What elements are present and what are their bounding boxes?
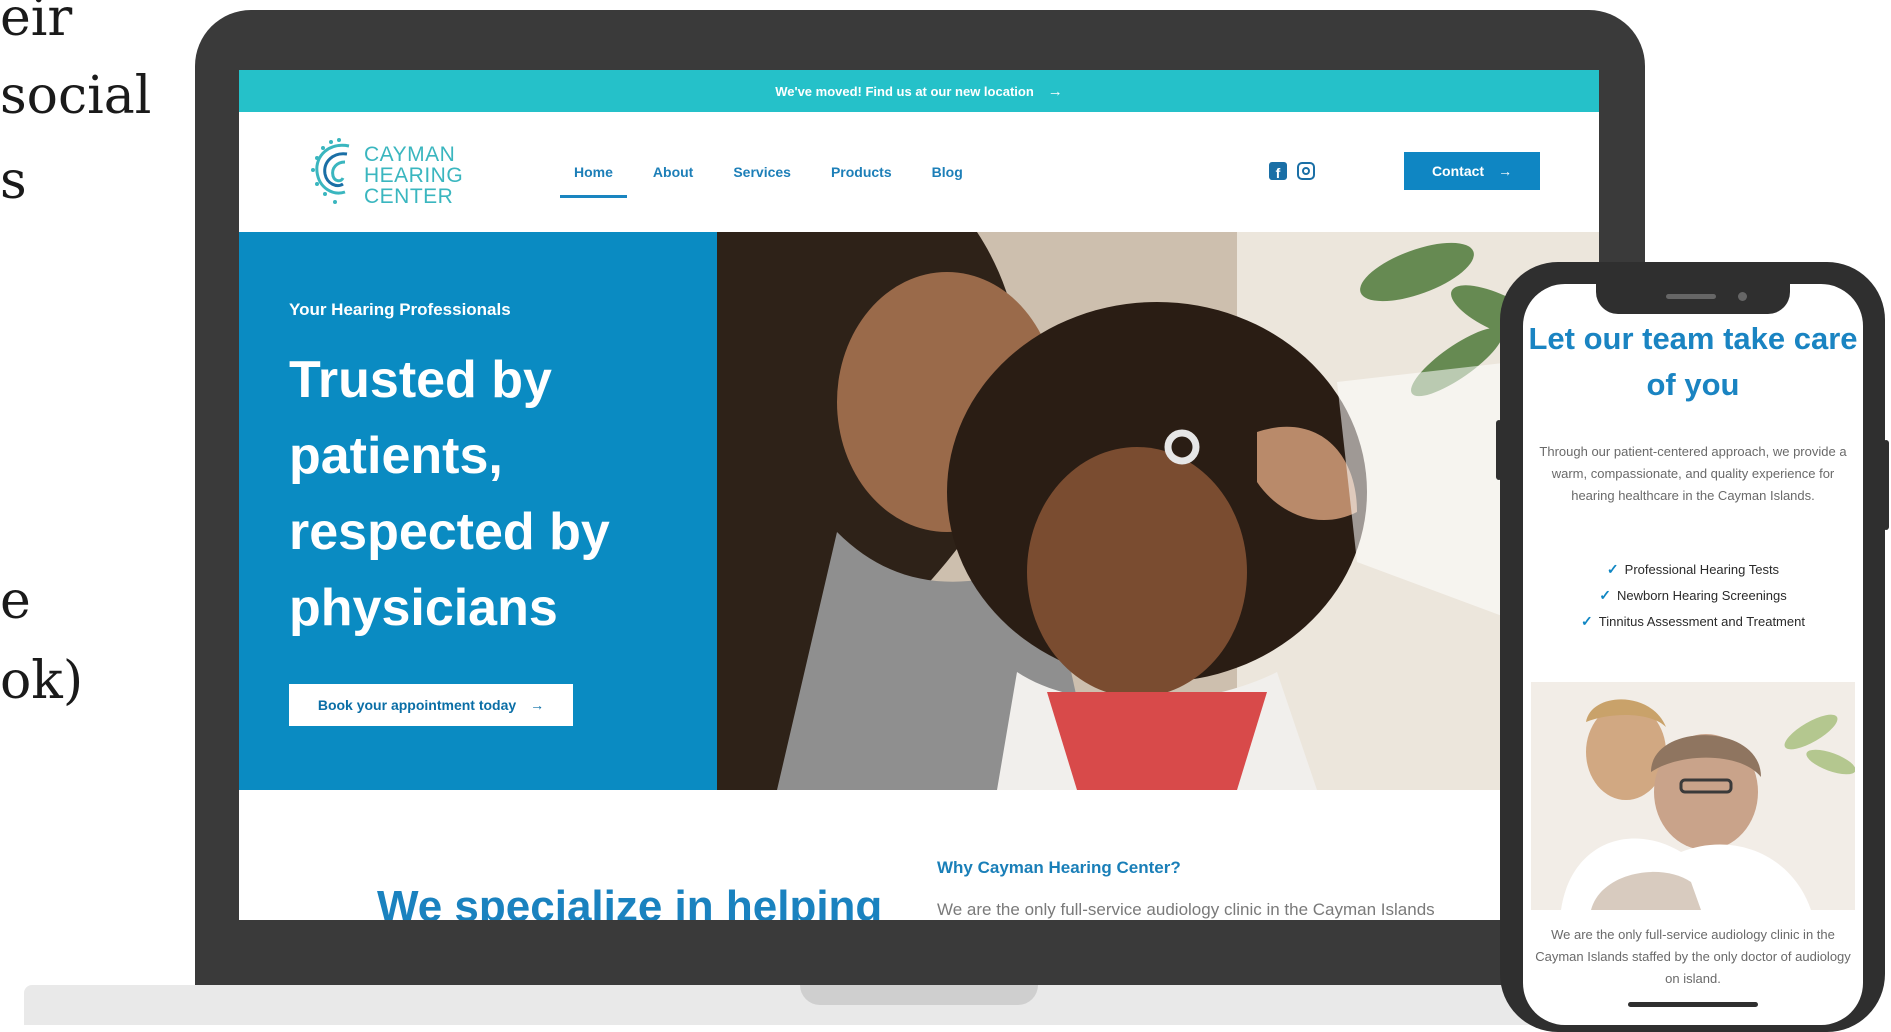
side-text-3: s bbox=[0, 151, 27, 211]
check-icon: ✓ bbox=[1581, 612, 1593, 629]
intro-section: Why Cayman Hearing Center? We are the on… bbox=[239, 790, 1599, 920]
instagram-icon[interactable] bbox=[1297, 162, 1315, 180]
hero-title: Trusted by patients, respected by physic… bbox=[289, 351, 610, 637]
side-text-1: eir bbox=[0, 0, 73, 48]
hero-photo bbox=[717, 232, 1599, 790]
intro-text: We are the only full-service audiology c… bbox=[937, 900, 1435, 919]
service-list: ✓ Professional Hearing Tests ✓ Newborn Hea… bbox=[1523, 556, 1863, 634]
book-appointment-label: Book your appointment today bbox=[317, 697, 517, 713]
nav-blog[interactable]: Blog bbox=[912, 112, 983, 232]
nav-about[interactable]: About bbox=[633, 112, 713, 232]
site-header: CAYMAN HEARING CENTER Home About Service… bbox=[239, 112, 1599, 232]
side-text-4: e bbox=[0, 571, 31, 631]
laptop-base bbox=[24, 985, 1534, 1025]
check-icon: ✓ bbox=[1599, 586, 1611, 603]
logo[interactable]: CAYMAN HEARING CENTER bbox=[309, 132, 469, 212]
phone-title: Let our team take care of you bbox=[1528, 321, 1858, 402]
hero-eyebrow: Your Hearing Professionals bbox=[289, 300, 511, 319]
spiral-logo-icon bbox=[311, 138, 350, 204]
arrow-right-icon: → bbox=[1498, 163, 1513, 179]
nav-services[interactable]: Services bbox=[713, 112, 811, 232]
phone-photo-illustration bbox=[1531, 682, 1855, 910]
arrow-right-icon: → bbox=[530, 697, 545, 713]
hero-panel: Your Hearing Professionals Trusted by pa… bbox=[239, 232, 717, 790]
laptop-notch bbox=[800, 985, 1038, 1005]
laptop-screen: We've moved! Find us at our new location… bbox=[239, 70, 1599, 920]
phone-notch bbox=[1596, 284, 1790, 314]
camera-icon bbox=[1738, 292, 1747, 301]
list-item: ✓ Newborn Hearing Screenings bbox=[1599, 586, 1787, 603]
speaker-icon bbox=[1666, 294, 1716, 299]
nav-home[interactable]: Home bbox=[554, 112, 633, 232]
book-appointment-button[interactable]: Book your appointment today → bbox=[289, 684, 573, 726]
announcement-bar[interactable]: We've moved! Find us at our new location… bbox=[239, 70, 1599, 112]
side-text-5: ok) bbox=[0, 651, 84, 711]
specialize-heading: We specialize in helping bbox=[377, 882, 883, 920]
home-indicator bbox=[1628, 1002, 1758, 1007]
phone-photo bbox=[1531, 682, 1855, 910]
hero-photo-illustration bbox=[717, 232, 1599, 790]
phone-footer-text: We are the only full-service audiology c… bbox=[1535, 927, 1851, 986]
nav-products[interactable]: Products bbox=[811, 112, 912, 232]
announcement-text: We've moved! Find us at our new location bbox=[775, 83, 1034, 99]
why-heading: Why Cayman Hearing Center? bbox=[937, 858, 1181, 877]
phone-body: Through our patient-centered approach, w… bbox=[1539, 444, 1847, 503]
contact-label: Contact bbox=[1431, 163, 1485, 179]
check-icon: ✓ bbox=[1606, 560, 1619, 577]
contact-button[interactable]: Contact → bbox=[1404, 152, 1540, 190]
arrow-right-icon: → bbox=[1047, 82, 1063, 100]
social-links: f bbox=[1269, 162, 1315, 180]
hero-section: Your Hearing Professionals Trusted by pa… bbox=[239, 232, 1599, 790]
list-item: ✓ Tinnitus Assessment and Treatment bbox=[1581, 612, 1805, 629]
phone-screen: Let our team take care of you Through ou… bbox=[1523, 284, 1863, 1025]
list-item: ✓ Professional Hearing Tests bbox=[1606, 560, 1780, 577]
main-nav: Home About Services Products Blog bbox=[554, 112, 983, 232]
logo-text: CAYMAN HEARING CENTER bbox=[364, 143, 464, 208]
facebook-icon[interactable]: f bbox=[1269, 162, 1287, 180]
side-text-2: social bbox=[0, 66, 152, 126]
